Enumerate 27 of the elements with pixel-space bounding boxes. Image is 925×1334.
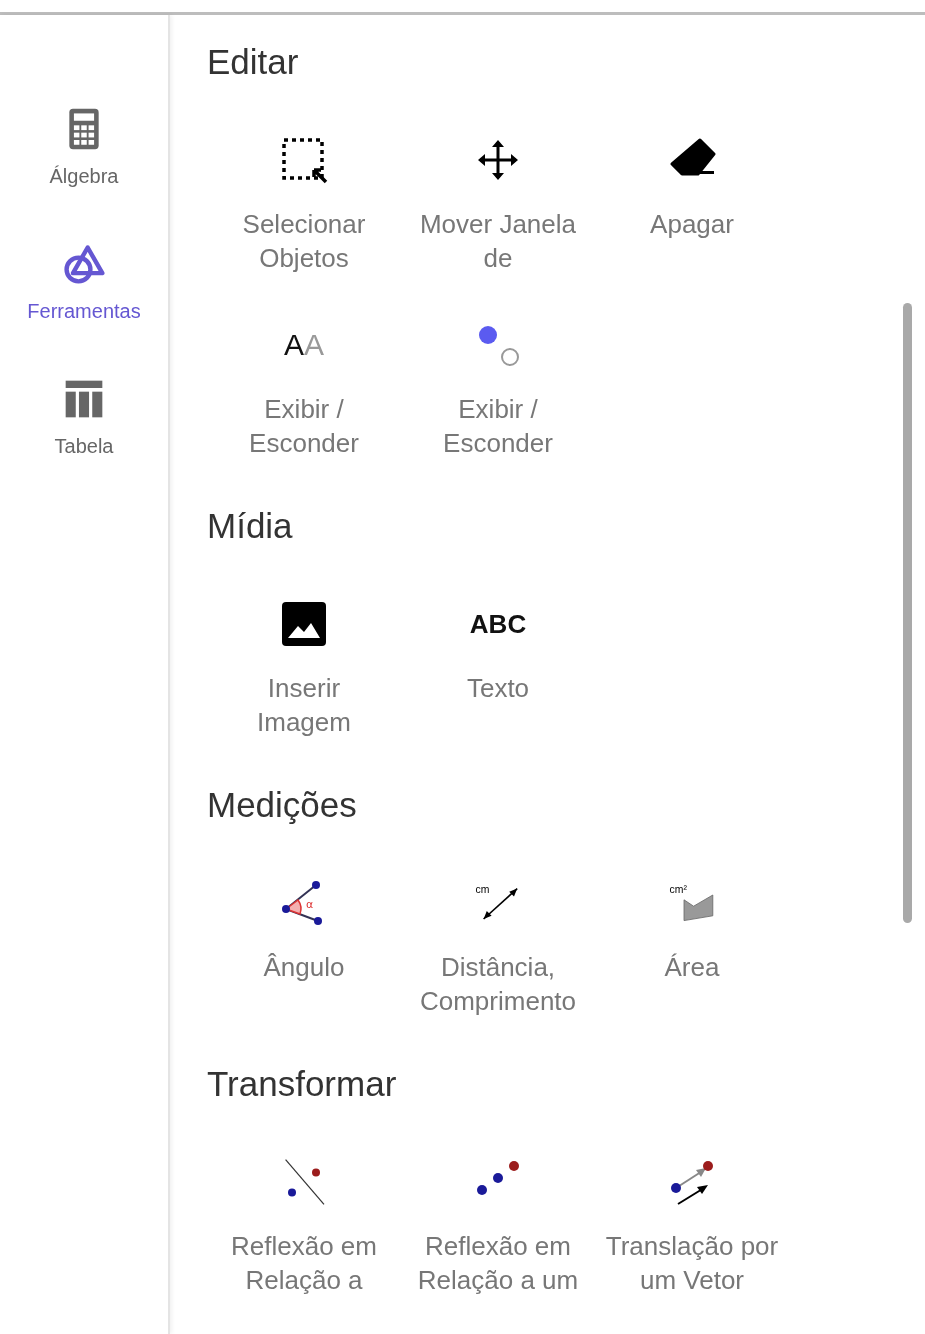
scrollbar[interactable]: [903, 303, 912, 923]
tool-button[interactable]: Apagar: [595, 136, 789, 275]
tool-button[interactable]: ABC Texto: [401, 600, 595, 739]
sidebar-tab[interactable]: Tabela: [54, 377, 114, 458]
section-heading: Medições: [207, 785, 358, 825]
dashed-selection-icon: [280, 136, 328, 184]
section-heading: Editar: [207, 42, 300, 82]
tool-button[interactable]: Selecionar Objetos: [207, 136, 401, 275]
tool-button[interactable]: cm² Área: [595, 879, 789, 1018]
section-heading: Transformar: [207, 1064, 398, 1104]
vector-translation-icon: [668, 1158, 716, 1206]
tool-button[interactable]: Exibir / Esconder: [401, 321, 595, 460]
tool-button[interactable]: α Ângulo: [207, 879, 401, 1018]
section-heading: Mídia: [207, 506, 294, 546]
text-style-icon: AA: [284, 330, 324, 360]
tool-button[interactable]: Inserir Imagem: [207, 600, 401, 739]
abc-text-icon: ABC: [469, 611, 527, 637]
tool-button[interactable]: Reflexão em Relação a um: [401, 1158, 595, 1297]
tool-button[interactable]: AA Exibir / Esconder: [207, 321, 401, 460]
image-icon: [280, 600, 328, 648]
tool-button[interactable]: cm Distância, Comprimento: [401, 879, 595, 1018]
sidebar-tab[interactable]: Álgebra: [49, 107, 119, 188]
tool-button[interactable]: Mover Janela de: [401, 136, 595, 275]
shapes-icon: [62, 242, 106, 286]
tool-button[interactable]: Reflexão em Relação a: [207, 1158, 401, 1297]
sidebar-tab[interactable]: Ferramentas: [27, 242, 141, 323]
tool-button[interactable]: Translação por um Vetor: [595, 1158, 789, 1297]
